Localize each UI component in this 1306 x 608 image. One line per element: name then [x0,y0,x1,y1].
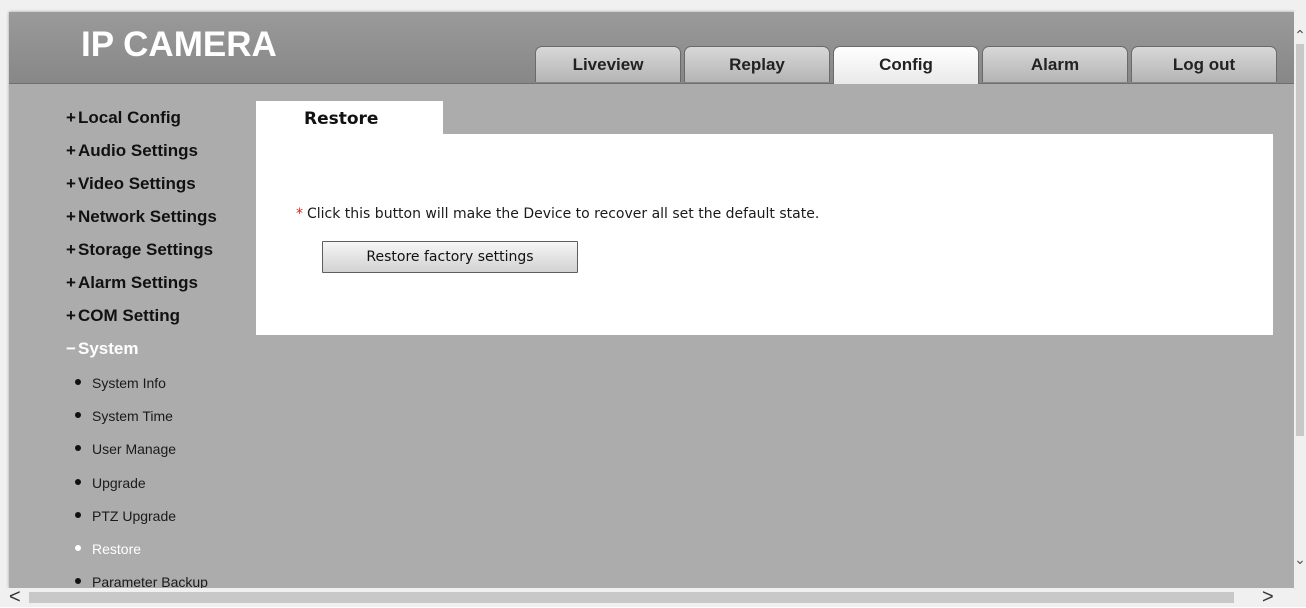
vertical-scrollbar[interactable]: ⌃ ⌄ [1294,12,1306,588]
expand-plus-icon: + [66,306,76,325]
sidebar-subitem-system-info[interactable]: System Info [75,372,166,394]
horizontal-scrollbar[interactable]: < > [0,587,1294,607]
bullet-icon [75,578,81,585]
restore-factory-settings-button[interactable]: Restore factory settings [322,241,578,273]
horizontal-scroll-thumb[interactable] [29,592,1234,603]
sidebar-subitem-label: Parameter Backup [92,574,208,588]
required-marker: * [296,206,303,222]
sidebar-item-com-setting[interactable]: + COM Setting [66,303,180,329]
expand-plus-icon: + [66,273,76,292]
camera-web-page: IP CAMERA Liveview Replay Config Alarm L… [9,12,1294,588]
bullet-icon [75,545,81,552]
expand-plus-icon: + [66,174,76,193]
expand-plus-icon: + [66,207,76,226]
sidebar-subitem-restore[interactable]: Restore [75,538,141,560]
sidebar-item-label: Network Settings [78,207,217,226]
sidebar-subitem-system-time[interactable]: System Time [75,405,173,427]
bullet-icon [75,479,81,486]
notice-text: Click this button will make the Device t… [307,206,820,222]
sidebar-subitem-label: User Manage [92,441,177,457]
app-logo: IP CAMERA [81,25,277,64]
bullet-icon [75,445,81,452]
sidebar-item-label: Storage Settings [78,240,214,259]
sidebar-item-audio-settings[interactable]: + Audio Settings [66,138,198,164]
sidebar-subitem-label: Restore [92,541,142,557]
scroll-up-icon[interactable]: ⌃ [1294,28,1306,42]
collapse-minus-icon: − [66,339,76,358]
sidebar-item-network-settings[interactable]: + Network Settings [66,204,217,230]
tab-alarm[interactable]: Alarm [982,46,1128,82]
vertical-scroll-thumb[interactable] [1296,44,1304,436]
sidebar-item-label: Video Settings [78,174,196,193]
sidebar-subitem-parameter-backup[interactable]: Parameter Backup [75,571,208,588]
content-tab-restore: Restore [256,101,443,134]
tab-config[interactable]: Config [833,46,979,84]
sidebar-subitem-user-manage[interactable]: User Manage [75,438,176,460]
sidebar-item-alarm-settings[interactable]: + Alarm Settings [66,270,198,296]
bullet-icon [75,379,81,386]
sidebar-subitem-ptz-upgrade[interactable]: PTZ Upgrade [75,505,176,527]
restore-panel: * Click this button will make the Device … [256,134,1273,335]
sidebar-subitem-upgrade[interactable]: Upgrade [75,472,146,494]
header-bar: IP CAMERA Liveview Replay Config Alarm L… [9,12,1294,84]
sidebar-item-system[interactable]: − System [66,336,138,362]
sidebar-subitem-label: System Time [92,408,173,424]
tab-liveview[interactable]: Liveview [535,46,681,82]
sidebar-item-label: System [78,339,139,358]
sidebar-subitem-label: PTZ Upgrade [92,508,177,524]
sidebar-item-label: Audio Settings [78,141,198,160]
tab-log-out[interactable]: Log out [1131,46,1277,82]
browser-frame: IP CAMERA Liveview Replay Config Alarm L… [0,0,1306,607]
sidebar-item-video-settings[interactable]: + Video Settings [66,171,196,197]
sidebar-item-label: COM Setting [78,306,180,325]
sidebar-item-label: Local Config [78,108,181,127]
scroll-down-icon[interactable]: ⌄ [1294,552,1306,566]
bullet-icon [75,512,81,519]
scroll-left-icon[interactable]: < [9,587,21,607]
scroll-right-icon[interactable]: > [1262,587,1274,607]
expand-plus-icon: + [66,240,76,259]
tab-replay[interactable]: Replay [684,46,830,82]
sidebar-item-label: Alarm Settings [78,273,198,292]
restore-notice: * Click this button will make the Device … [296,206,819,222]
expand-plus-icon: + [66,141,76,160]
sidebar-item-local-config[interactable]: + Local Config [66,105,181,131]
sidebar-subitem-label: System Info [92,375,166,391]
config-sidebar: + Local Config + Audio Settings + Video Set… [9,84,254,588]
bullet-icon [75,412,81,419]
sidebar-subitem-label: Upgrade [92,475,146,491]
expand-plus-icon: + [66,108,76,127]
sidebar-item-storage-settings[interactable]: + Storage Settings [66,237,213,263]
